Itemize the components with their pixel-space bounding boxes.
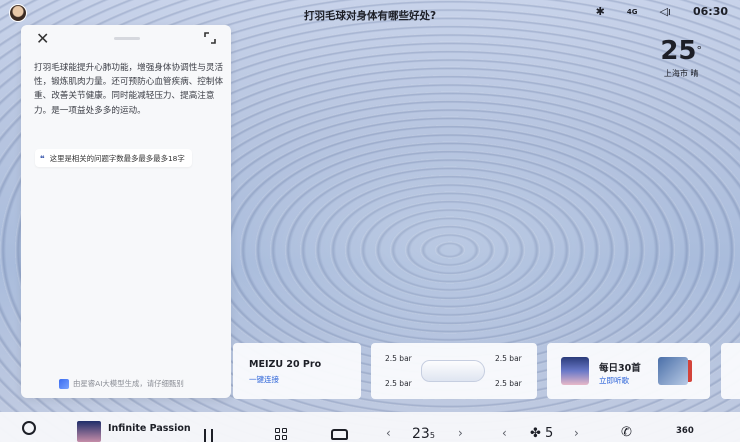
weather-location: 上海市 晴 bbox=[663, 69, 699, 78]
home-icon[interactable] bbox=[22, 421, 36, 435]
tire-rear-left: 2.5 bar bbox=[385, 379, 412, 388]
status-icons: ✱ 4G ◁ı 06:30 bbox=[596, 5, 728, 18]
playlist-cover bbox=[561, 357, 589, 385]
phone-name: MEIZU 20 Pro bbox=[249, 359, 322, 370]
ai-answer-panel: ✕ 打羽毛球能提升心肺功能，增强身体协调性与灵活性，锻炼肌肉力量。还可预防心血管… bbox=[21, 25, 231, 398]
car-control-icon[interactable] bbox=[331, 429, 348, 440]
artist-thumbnail bbox=[658, 357, 692, 385]
phone-icon[interactable]: ✆ bbox=[621, 425, 632, 440]
signal-icon: 4G bbox=[626, 7, 638, 16]
disclaimer-text: 由星睿AI大模型生成，请仔细甄别 bbox=[73, 379, 184, 388]
ai-logo-icon bbox=[59, 378, 69, 389]
fan-up-icon[interactable]: › bbox=[574, 426, 579, 440]
listen-now-button[interactable]: 立即听歌 bbox=[599, 375, 629, 386]
playlist-title: 每日30首 bbox=[599, 363, 641, 374]
view-360-button[interactable]: 360 bbox=[676, 426, 694, 436]
tire-rear-right: 2.5 bar bbox=[495, 379, 522, 388]
tire-front-right: 2.5 bar bbox=[495, 354, 522, 363]
fan-speed[interactable]: ✤ 5 bbox=[530, 426, 553, 441]
temp-up-icon[interactable]: › bbox=[458, 426, 463, 440]
clock: 06:30 bbox=[692, 5, 728, 18]
tire-front-left: 2.5 bar bbox=[385, 354, 412, 363]
answer-text: 打羽毛球能提升心肺功能，增强身体协调性与灵活性，锻炼肌肉力量。还可预防心血管疾病… bbox=[34, 63, 224, 116]
fan-down-icon[interactable]: ‹ bbox=[502, 426, 507, 440]
temp-down-icon[interactable]: ‹ bbox=[386, 426, 391, 440]
quote-icon: ❝ bbox=[40, 153, 45, 163]
bluetooth-icon: ✱ bbox=[595, 5, 605, 18]
connect-button[interactable]: 一键连接 bbox=[249, 374, 279, 385]
weather-widget[interactable]: 25° 上海市 晴 bbox=[660, 38, 702, 79]
apps-icon[interactable] bbox=[275, 428, 287, 440]
status-bar: 打羽毛球对身体有哪些好处? ✱ 4G ◁ı 06:30 bbox=[0, 0, 740, 28]
drag-handle[interactable] bbox=[114, 37, 140, 40]
now-playing-cover[interactable] bbox=[77, 421, 101, 442]
climate-temperature[interactable]: 235 bbox=[412, 426, 435, 442]
next-card[interactable] bbox=[721, 343, 740, 399]
car-top-view-icon bbox=[421, 360, 485, 382]
now-playing-title[interactable]: Infinite Passion bbox=[108, 423, 191, 434]
tire-pressure-card[interactable]: 2.5 bar 2.5 bar 2.5 bar 2.5 bar bbox=[371, 343, 537, 399]
ai-disclaimer: 由星睿AI大模型生成，请仔细甄别 bbox=[59, 378, 184, 389]
bottom-dock: Infinite Passion ‹ 235 › ‹ ✤ 5 › ✆ 360 bbox=[0, 412, 740, 442]
music-card[interactable]: 每日30首 立即听歌 bbox=[547, 343, 710, 399]
related-question-text: 这里是相关的问题字数最多最多最多18字 bbox=[49, 153, 185, 163]
volume-icon[interactable]: ◁ı bbox=[659, 5, 671, 18]
weather-temperature: 25° bbox=[660, 36, 702, 66]
phone-connect-card[interactable]: MEIZU 20 Pro 一键连接 bbox=[233, 343, 361, 399]
close-icon[interactable]: ✕ bbox=[36, 31, 52, 47]
related-question-chip[interactable]: ❝ 这里是相关的问题字数最多最多最多18字 bbox=[35, 149, 192, 167]
fan-icon: ✤ bbox=[530, 426, 541, 441]
pause-icon[interactable] bbox=[204, 429, 213, 442]
expand-icon[interactable] bbox=[203, 31, 217, 45]
